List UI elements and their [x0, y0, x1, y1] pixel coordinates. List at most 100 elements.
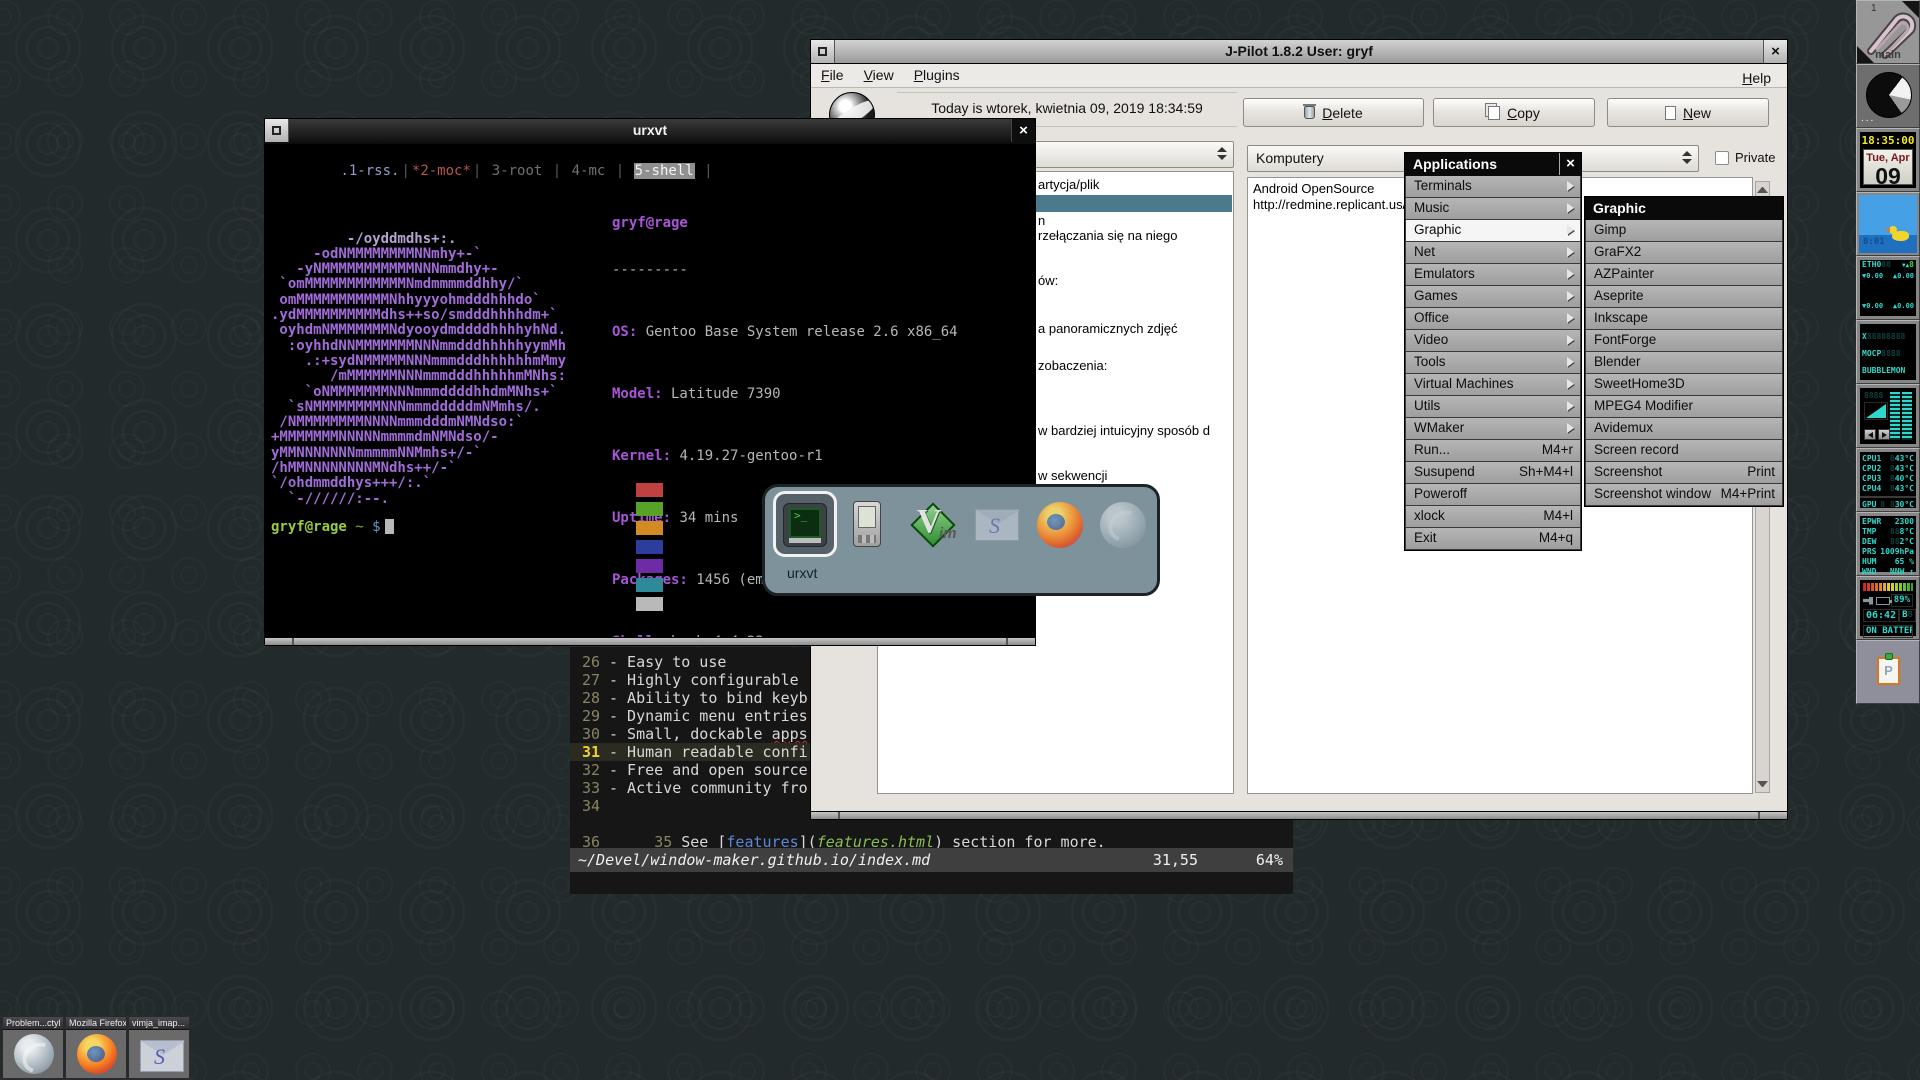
menu-item[interactable]: Games — [1405, 286, 1581, 308]
terminal-tab[interactable]: *2-moc* — [411, 163, 472, 179]
menu-item[interactable]: Graphic — [1405, 220, 1581, 242]
menu-item[interactable]: Virtual Machines — [1405, 374, 1581, 396]
miniaturize-button[interactable] — [811, 40, 835, 63]
shell-prompt[interactable]: gryf@rage ~ $ — [271, 519, 394, 535]
menu-item[interactable]: Video — [1405, 330, 1581, 352]
miniwindow[interactable]: Mozilla Firefox — [65, 1016, 127, 1079]
menu-item[interactable]: Screen record — [1585, 440, 1783, 462]
scroll-down-icon[interactable] — [1757, 781, 1768, 787]
switcher-icon-jpilot[interactable] — [841, 499, 893, 551]
graphic-submenu[interactable]: Graphic Gimp GraFX2 AZPainter Aseprite — [1584, 196, 1784, 507]
dock-bubblemon-duck[interactable]: 0:01 — [1856, 192, 1920, 256]
menubar-item[interactable]: View — [854, 64, 904, 86]
dock: 1 main ... 18:35:00 Tue, Apr 09 0:01 — [1856, 0, 1920, 704]
terminal-tab[interactable]: 3-root — [491, 163, 544, 179]
close-button[interactable]: × — [1763, 40, 1787, 63]
clip-next-arrow[interactable] — [1902, 1, 1919, 18]
dock-lcd-status[interactable]: X88888888 MOCP8888 BUBBLEMON — [1856, 320, 1920, 384]
menu-item[interactable]: Poweroff — [1405, 484, 1581, 506]
menu-item[interactable]: Run... M4+r — [1405, 440, 1581, 462]
memo-list-line[interactable]: zobaczenia: — [1038, 358, 1107, 373]
memo-list-line[interactable]: artycja/plik — [1038, 177, 1099, 192]
menu-item[interactable]: Inkscape — [1585, 308, 1783, 330]
menubar-item-help[interactable]: Help — [1732, 67, 1781, 89]
dock-clip[interactable]: 1 main — [1856, 0, 1920, 64]
dock-cpu-temps[interactable]: CPU1843°C CPU2843°C CPU3840°C CPU4843°C … — [1856, 448, 1920, 512]
menu-item[interactable]: xlock M4+l — [1405, 506, 1581, 528]
menu-item[interactable]: SweetHome3D — [1585, 374, 1783, 396]
menubar-item[interactable]: File — [811, 64, 854, 86]
urxvt-titlebar[interactable]: urxvt × — [265, 119, 1035, 145]
menu-item[interactable]: Gimp — [1585, 220, 1783, 242]
app-switcher-panel[interactable]: >_ Vim S urxvt — [762, 484, 1160, 596]
menu-item[interactable]: WMaker — [1405, 418, 1581, 440]
terminal-tab[interactable]: .1-rss. — [339, 163, 400, 179]
dock-battery[interactable]: 89% 06:42B8 ON BATTERY — [1856, 576, 1920, 640]
terminal-tab[interactable]: | — [543, 163, 570, 179]
clip-prev-arrow[interactable] — [1857, 46, 1874, 63]
menu-item[interactable]: Terminals — [1405, 176, 1581, 198]
menu-item[interactable]: Susupend Sh+M4+l — [1405, 462, 1581, 484]
menu-item[interactable]: Tools — [1405, 352, 1581, 374]
memo-list-line[interactable]: w bardziej intuicyjny sposób d — [1038, 423, 1210, 438]
menu-item[interactable]: GraFX2 — [1585, 242, 1783, 264]
menu-item[interactable]: Music — [1405, 198, 1581, 220]
volume-triangle[interactable] — [1864, 402, 1888, 420]
menu-item[interactable]: Screenshot window M4+Print — [1585, 484, 1783, 506]
terminal-tab[interactable]: | — [606, 163, 633, 179]
menu-item[interactable]: FontForge — [1585, 330, 1783, 352]
jpilot-titlebar[interactable]: J-Pilot 1.8.2 User: gryf × — [811, 40, 1787, 64]
menu-close-button[interactable]: × — [1559, 153, 1581, 175]
menu-item[interactable]: Office — [1405, 308, 1581, 330]
private-checkbox[interactable]: Private — [1715, 150, 1775, 165]
memo-list-line[interactable]: rzełączania się na niego — [1038, 228, 1177, 243]
resize-bar[interactable] — [811, 811, 1787, 819]
menu-item[interactable]: AZPainter — [1585, 264, 1783, 286]
switcher-icon-vim[interactable]: Vim — [907, 499, 959, 551]
terminal-tab[interactable]: 4-mc — [571, 163, 607, 179]
menu-item[interactable]: Avidemux — [1585, 418, 1783, 440]
dock-parcellite[interactable]: P — [1856, 640, 1920, 704]
menu-item[interactable]: MPEG4 Modifier — [1585, 396, 1783, 418]
miniwindow[interactable]: Problem...ctyl — [2, 1016, 64, 1079]
terminal-tab[interactable]: 5-shell — [634, 163, 695, 179]
miniwindow[interactable]: vimja_imap... S — [128, 1016, 190, 1079]
dock-network-monitor[interactable]: ETH088▼▲8 ▼0.00▲0.00 ▼0.00▲0.00 — [1856, 256, 1920, 320]
dock-dots: ... — [1861, 113, 1875, 124]
new-button[interactable]: New — [1607, 98, 1769, 127]
menu-item[interactable]: Aseprite — [1585, 286, 1783, 308]
menu-item[interactable]: Emulators — [1405, 264, 1581, 286]
memo-list-line[interactable]: ów: — [1038, 273, 1058, 288]
switcher-icon-firefox[interactable] — [1034, 499, 1086, 551]
line-number: 34 — [570, 797, 600, 815]
memo-list-line[interactable]: n — [1038, 213, 1045, 228]
memo-list-line[interactable]: a panoramicznych zdjęć — [1038, 321, 1177, 336]
terminal-tab[interactable]: | — [695, 163, 714, 179]
menu-item[interactable]: Exit M4+q — [1405, 528, 1581, 550]
delete-button[interactable]: Delete — [1243, 98, 1424, 127]
terminal-tab[interactable]: | — [472, 163, 491, 179]
memo-list-line[interactable]: w sekwencji — [1038, 468, 1107, 483]
miniaturize-button[interactable] — [265, 119, 289, 142]
menu-titlebar[interactable]: Applications × — [1405, 153, 1581, 176]
switcher-icon-firefox-old[interactable] — [1097, 499, 1149, 551]
dock-weather[interactable]: EPWR2300 TMP888°C DEW882°C PRS1009hPa HU… — [1856, 512, 1920, 576]
menu-item[interactable]: Utils — [1405, 396, 1581, 418]
resize-bar[interactable] — [265, 637, 1035, 645]
copy-button[interactable]: Copy — [1433, 98, 1595, 127]
switcher-icon-urxvt[interactable]: >_ — [779, 499, 831, 551]
menu-item[interactable]: Blender — [1585, 352, 1783, 374]
close-button[interactable]: × — [1011, 119, 1035, 142]
terminal-tab[interactable]: | — [400, 163, 410, 179]
dock-mixer[interactable]: 8888 — [1856, 384, 1920, 448]
scroll-up-icon[interactable] — [1757, 187, 1768, 193]
switcher-icon-clawsmail[interactable]: S — [971, 499, 1023, 551]
mixer-buttons[interactable] — [1864, 429, 1890, 440]
menu-item[interactable]: Screenshot Print — [1585, 462, 1783, 484]
applications-menu[interactable]: Applications × Terminals Music Graphic — [1404, 152, 1582, 551]
checkbox-icon[interactable] — [1715, 151, 1729, 165]
menu-item[interactable]: Net — [1405, 242, 1581, 264]
dock-clock[interactable]: 18:35:00 Tue, Apr 09 — [1856, 128, 1920, 192]
menubar-item[interactable]: Plugins — [904, 64, 970, 86]
dock-gnustep-app[interactable]: ... — [1856, 64, 1920, 128]
